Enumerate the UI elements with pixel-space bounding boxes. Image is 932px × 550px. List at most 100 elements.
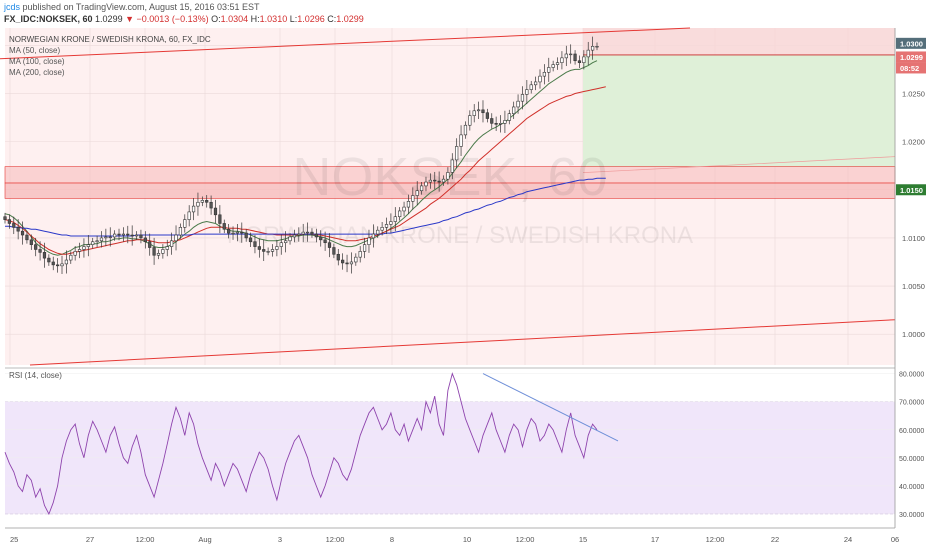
candle-body[interactable] (354, 256, 358, 263)
candle-body[interactable] (476, 109, 481, 112)
candle-body[interactable] (345, 262, 349, 265)
candle-body[interactable] (406, 201, 411, 208)
candle-body[interactable] (270, 249, 275, 252)
candle-body[interactable] (555, 62, 560, 65)
candle-body[interactable] (437, 180, 441, 183)
candle-body[interactable] (113, 233, 117, 238)
candle-body[interactable] (472, 110, 476, 116)
candle-body[interactable] (450, 159, 454, 173)
candle-body[interactable] (490, 118, 494, 124)
candle-body[interactable] (336, 253, 340, 261)
candle-body[interactable] (542, 71, 546, 77)
candle-body[interactable] (560, 57, 564, 63)
candle-body[interactable] (525, 89, 529, 95)
candle-body[interactable] (494, 123, 498, 125)
candle-body[interactable] (143, 237, 147, 243)
candle-body[interactable] (279, 242, 283, 247)
candle-body[interactable] (284, 240, 288, 244)
candle-body[interactable] (262, 249, 266, 252)
candle-body[interactable] (47, 257, 51, 263)
candle-body[interactable] (297, 233, 301, 236)
candle-body[interactable] (209, 201, 213, 209)
candle-body[interactable] (582, 56, 586, 63)
candle-body[interactable] (20, 230, 25, 236)
candle-body[interactable] (327, 242, 332, 248)
candle-body[interactable] (148, 241, 152, 248)
candle-body[interactable] (551, 64, 555, 68)
candle-body[interactable] (196, 201, 200, 207)
candle-body[interactable] (516, 100, 520, 108)
candle-body[interactable] (16, 227, 20, 232)
candle-body[interactable] (305, 231, 310, 234)
target-zone[interactable] (583, 54, 895, 167)
candle-body[interactable] (569, 53, 573, 56)
main-pane[interactable]: NOKSEK, 60NORWEGIAN KRONE / SWEDISH KRON… (0, 27, 896, 366)
candle-body[interactable] (205, 200, 209, 203)
candle-body[interactable] (564, 53, 568, 59)
candle-body[interactable] (187, 211, 191, 220)
candle-body[interactable] (29, 239, 33, 245)
candle-body[interactable] (73, 251, 77, 256)
candle-body[interactable] (165, 246, 169, 250)
candle-body[interactable] (288, 236, 292, 242)
candle-body[interactable] (577, 60, 582, 63)
candle-body[interactable] (428, 179, 432, 183)
candle-body[interactable] (538, 75, 542, 83)
candle-body[interactable] (244, 232, 248, 239)
candle-body[interactable] (227, 228, 231, 234)
candle-body[interactable] (498, 123, 503, 125)
candle-body[interactable] (156, 253, 161, 256)
candle-body[interactable] (411, 195, 415, 202)
candle-body[interactable] (586, 49, 590, 58)
candle-body[interactable] (152, 247, 156, 256)
candle-body[interactable] (134, 234, 139, 237)
candle-body[interactable] (200, 200, 204, 203)
candle-body[interactable] (402, 206, 406, 212)
candle-body[interactable] (275, 246, 279, 250)
candle-body[interactable] (222, 223, 226, 230)
candle-body[interactable] (12, 223, 16, 228)
candle-body[interactable] (240, 231, 244, 234)
candle-body[interactable] (91, 241, 95, 245)
candle-body[interactable] (441, 178, 446, 183)
candle-body[interactable] (170, 240, 174, 247)
candle-body[interactable] (213, 207, 218, 216)
candle-body[interactable] (529, 84, 533, 90)
candle-body[interactable] (257, 246, 261, 250)
candle-body[interactable] (7, 219, 11, 224)
candle-body[interactable] (82, 246, 86, 250)
legend-rsi[interactable]: RSI (14, close) (9, 371, 62, 380)
candle-body[interactable] (218, 214, 222, 224)
candle-body[interactable] (292, 234, 297, 238)
candle-body[interactable] (231, 232, 235, 235)
candle-body[interactable] (69, 254, 73, 261)
candle-body[interactable] (595, 45, 599, 48)
candle-body[interactable] (424, 181, 428, 187)
candle-body[interactable] (573, 53, 577, 62)
candle-body[interactable] (319, 236, 323, 241)
candle-body[interactable] (56, 264, 60, 267)
candle-body[interactable] (534, 81, 538, 86)
candle-body[interactable] (323, 239, 327, 244)
candle-body[interactable] (446, 172, 450, 180)
candle-body[interactable] (191, 205, 196, 213)
candle-body[interactable] (253, 241, 257, 247)
candle-body[interactable] (266, 251, 270, 253)
candle-body[interactable] (384, 224, 389, 228)
price-chart[interactable]: NOKSEK, 60NORWEGIAN KRONE / SWEDISH KRON… (0, 0, 932, 550)
candle-body[interactable] (512, 106, 516, 114)
candle-body[interactable] (367, 237, 371, 245)
candle-body[interactable] (235, 231, 240, 234)
candle-body[interactable] (130, 234, 134, 237)
candle-body[interactable] (468, 115, 472, 126)
candle-body[interactable] (183, 219, 187, 228)
candle-body[interactable] (380, 227, 384, 231)
candle-body[interactable] (117, 233, 121, 236)
candle-body[interactable] (547, 67, 551, 73)
candle-body[interactable] (481, 109, 485, 114)
candle-body[interactable] (51, 261, 55, 266)
candle-body[interactable] (34, 244, 38, 250)
candle-body[interactable] (463, 124, 468, 136)
candle-body[interactable] (362, 244, 367, 252)
candle-body[interactable] (419, 185, 424, 192)
